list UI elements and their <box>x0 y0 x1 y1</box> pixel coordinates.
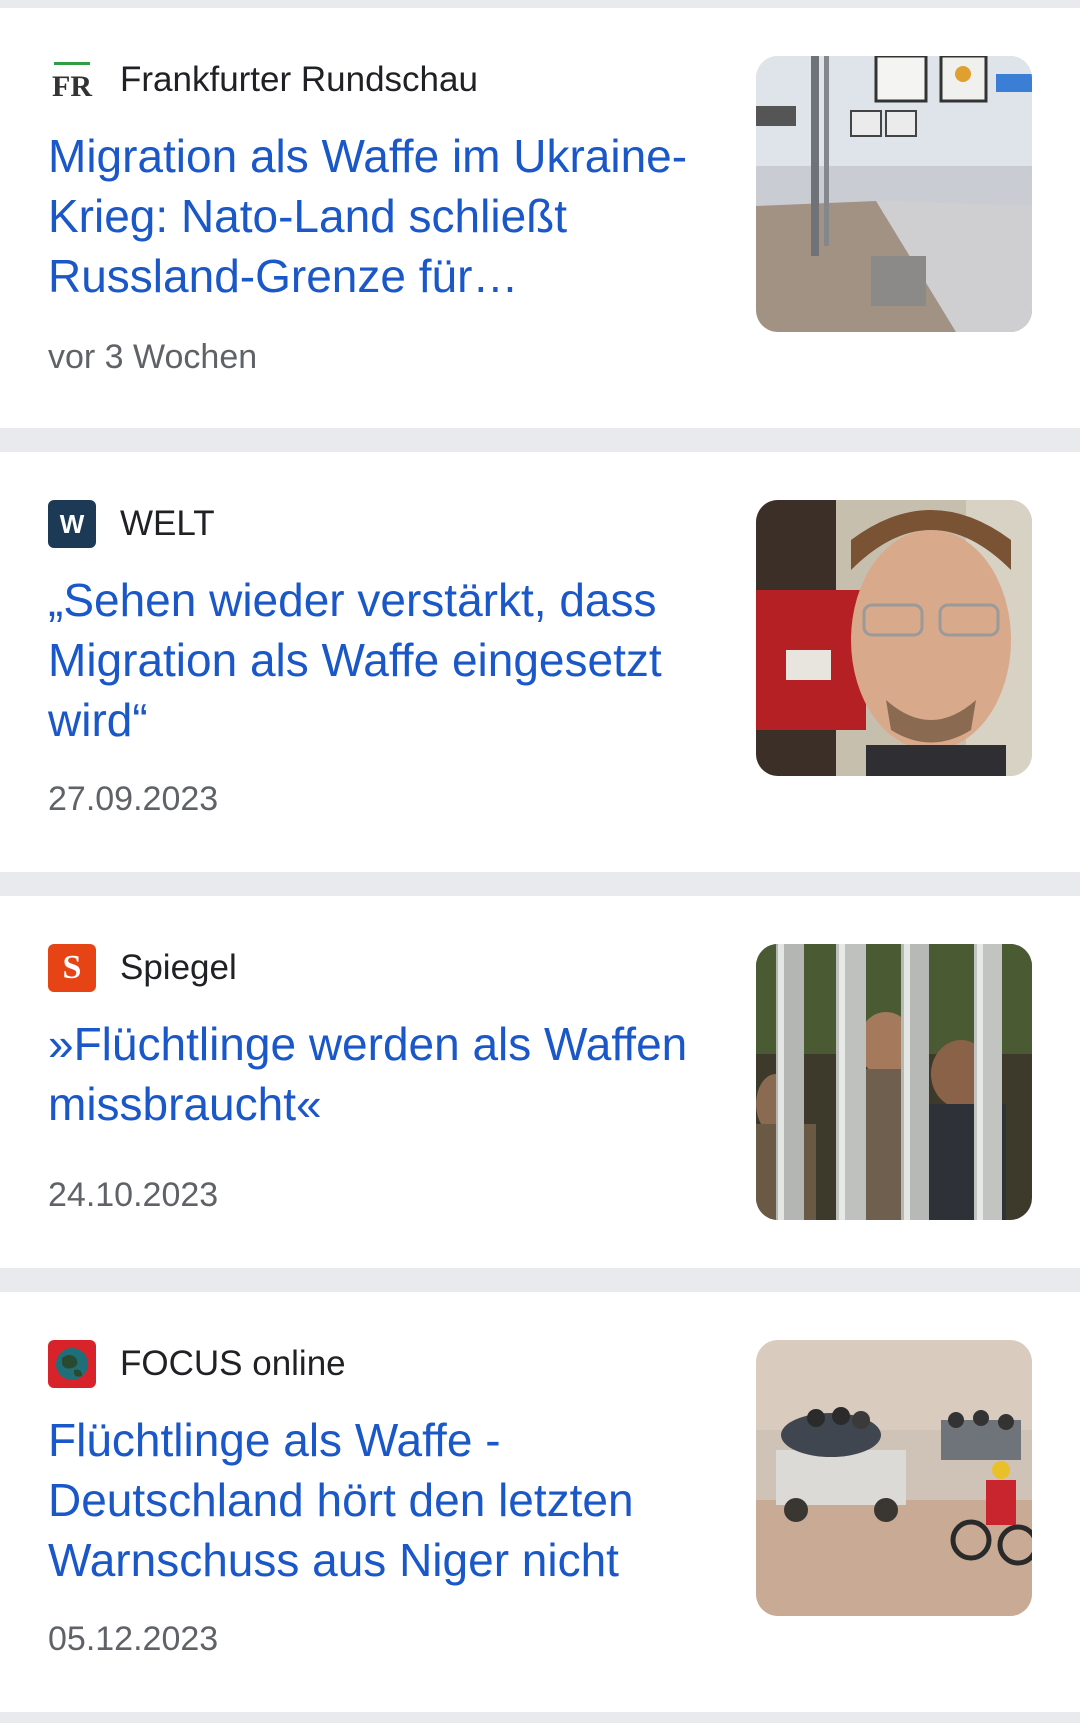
svg-text:FR: FR <box>52 70 92 103</box>
article-headline[interactable]: Migration als Waffe im Ukraine-Krieg: Na… <box>48 126 708 306</box>
article-thumbnail[interactable] <box>756 56 1032 332</box>
desert-vehicles-photo-icon <box>756 1340 1032 1616</box>
spiegel-logo-letter: S <box>62 949 82 986</box>
welt-logo-icon: W <box>48 500 96 548</box>
focus-online-logo-icon <box>48 1340 96 1388</box>
border-fence-children-photo-icon <box>756 944 1032 1220</box>
article-thumbnail[interactable] <box>756 1340 1032 1616</box>
source-name: FOCUS online <box>120 1344 346 1383</box>
source-name: Spiegel <box>120 948 237 987</box>
source-name: Frankfurter Rundschau <box>120 60 478 99</box>
article-time: 27.09.2023 <box>48 780 219 818</box>
article-thumbnail[interactable] <box>756 500 1032 776</box>
article-headline[interactable]: „Sehen wieder verstärkt, dass Migration … <box>48 570 708 750</box>
source-row: S Spiegel <box>48 944 237 992</box>
article-time: 24.10.2023 <box>48 1176 219 1214</box>
article-headline[interactable]: »Flüchtlinge werden als Waffen missbrauc… <box>48 1014 708 1134</box>
article-time: vor 3 Wochen <box>48 338 258 376</box>
border-checkpoint-photo-icon <box>756 56 1032 332</box>
news-card[interactable]: S Spiegel »Flüchtlinge werden als Waffen… <box>0 896 1080 1268</box>
news-feed: FR Frankfurter Rundschau Migration als W… <box>0 0 1080 1723</box>
news-card[interactable]: W WELT „Sehen wieder verstärkt, dass Mig… <box>0 452 1080 872</box>
portrait-photo-icon <box>756 500 1032 776</box>
article-time: 05.12.2023 <box>48 1620 219 1658</box>
news-card[interactable]: FR Frankfurter Rundschau Migration als W… <box>0 8 1080 428</box>
frankfurter-rundschau-logo-icon: FR <box>48 56 96 104</box>
welt-logo-letter: W <box>59 508 85 539</box>
news-card[interactable]: FOCUS online Flüchtlinge als Waffe - Deu… <box>0 1292 1080 1712</box>
article-thumbnail[interactable] <box>756 944 1032 1220</box>
source-row: FOCUS online <box>48 1340 346 1388</box>
source-name: WELT <box>120 504 215 543</box>
article-headline[interactable]: Flüchtlinge als Waffe - Deutschland hört… <box>48 1410 708 1590</box>
source-row: W WELT <box>48 500 215 548</box>
source-row: FR Frankfurter Rundschau <box>48 56 478 104</box>
spiegel-logo-icon: S <box>48 944 96 992</box>
